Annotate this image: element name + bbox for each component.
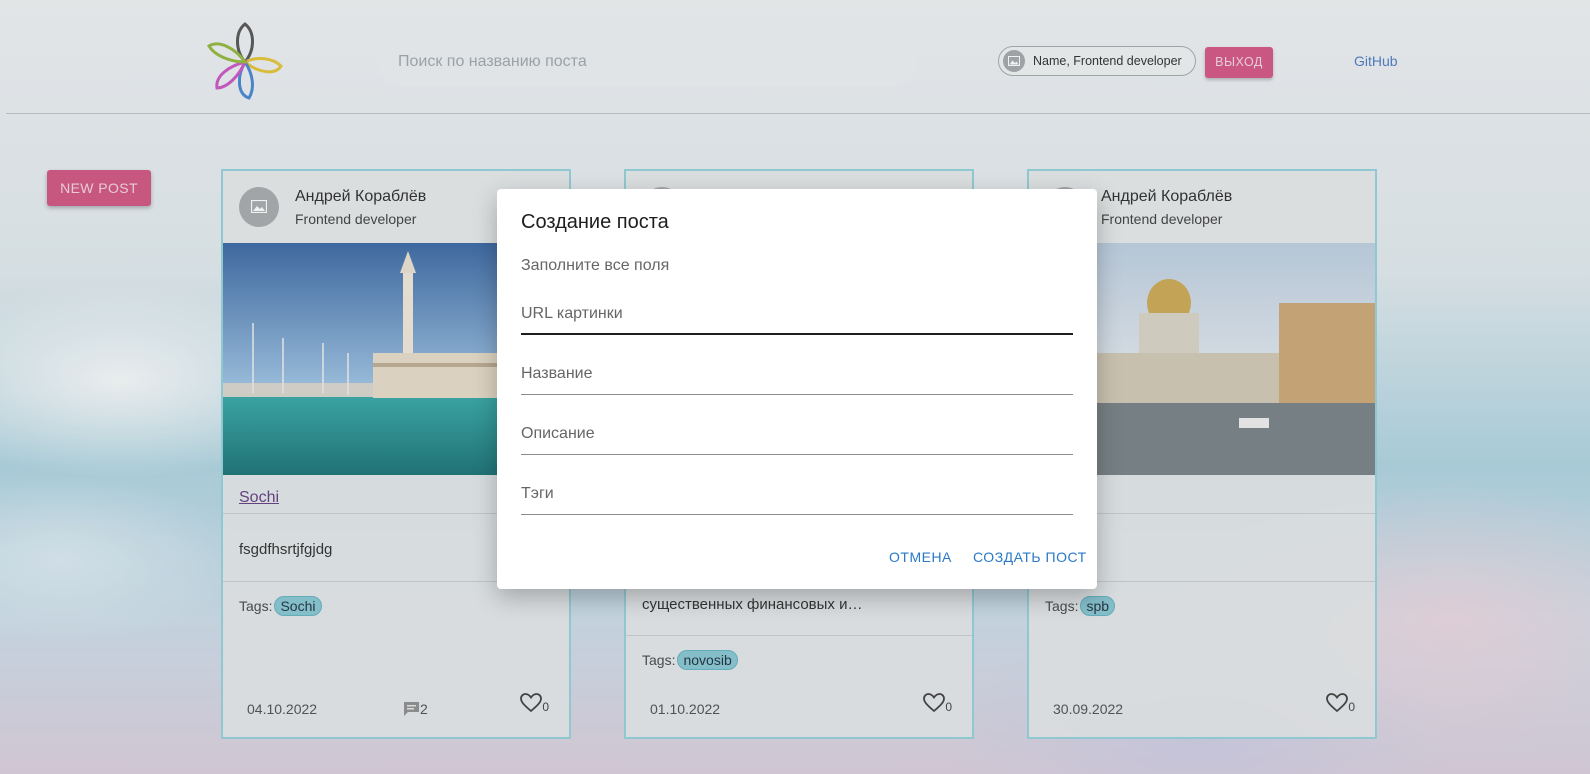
image-url-input[interactable] xyxy=(521,295,1077,337)
dialog-title: Создание поста xyxy=(521,211,669,233)
create-post-button[interactable]: СОЗДАТЬ ПОСТ xyxy=(973,549,1087,565)
title-input[interactable] xyxy=(521,355,1077,397)
field-underline xyxy=(521,394,1073,395)
create-post-dialog: Создание поста Заполните все поля URL ка… xyxy=(497,189,1097,589)
field-underline xyxy=(521,333,1073,335)
dialog-subtitle: Заполните все поля xyxy=(521,257,670,274)
tags-input[interactable] xyxy=(521,475,1077,517)
image-url-field[interactable]: URL картинки xyxy=(521,295,1077,337)
title-field[interactable]: Название xyxy=(521,355,1077,397)
description-field[interactable]: Описание xyxy=(521,415,1077,457)
cancel-button[interactable]: ОТМЕНА xyxy=(889,549,952,565)
field-underline xyxy=(521,454,1073,455)
description-input[interactable] xyxy=(521,415,1077,457)
field-underline xyxy=(521,514,1073,515)
tags-field[interactable]: Тэги xyxy=(521,475,1077,517)
